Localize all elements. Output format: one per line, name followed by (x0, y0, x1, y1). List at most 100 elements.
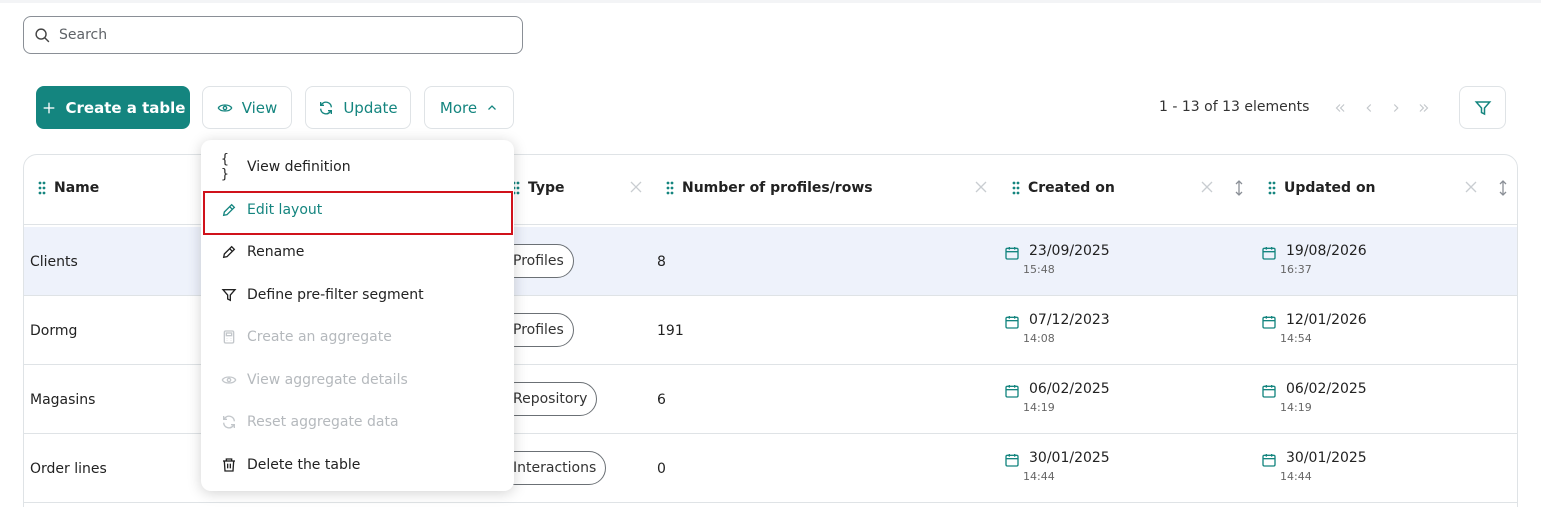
created-date: 06/02/2025 14:19 (1004, 381, 1110, 414)
column-header-name[interactable]: Name (38, 180, 99, 196)
column-header-count[interactable]: Number of profiles/rows (666, 180, 873, 196)
date-value: 06/02/2025 (1286, 381, 1367, 397)
top-divider (0, 0, 1541, 3)
drag-handle-icon[interactable] (1268, 181, 1276, 195)
menu-item-rename[interactable]: Rename (201, 231, 514, 273)
date-value: 06/02/2025 (1029, 381, 1110, 397)
row-count: 191 (657, 323, 684, 339)
filter-icon (1474, 100, 1491, 115)
double-chevron-left-icon (1335, 104, 1345, 112)
refresh-icon (320, 101, 333, 114)
date-value: 30/01/2025 (1286, 450, 1367, 466)
row-count: 6 (657, 392, 666, 408)
create-table-button[interactable]: Create a table (36, 86, 190, 129)
row-name: Dormg (30, 323, 78, 339)
view-label: View (241, 98, 278, 117)
trash-icon (223, 458, 235, 472)
first-page-button[interactable] (1331, 98, 1349, 118)
menu-item-label: Reset aggregate data (247, 414, 399, 430)
calendar-icon (1005, 385, 1019, 398)
date-value: 12/01/2026 (1286, 312, 1367, 328)
calendar-icon (1262, 247, 1276, 260)
more-label: More (439, 98, 478, 117)
created-date: 23/09/2025 15:48 (1004, 243, 1110, 276)
menu-item-view-definition[interactable]: { } View definition (201, 146, 514, 188)
next-page-button[interactable] (1387, 98, 1405, 118)
created-date: 07/12/2023 14:08 (1004, 312, 1110, 345)
date-value: 19/08/2026 (1286, 243, 1367, 259)
clear-column-icon[interactable] (1201, 181, 1213, 193)
last-page-button[interactable] (1415, 98, 1433, 118)
drag-handle-icon[interactable] (38, 181, 46, 195)
drag-handle-icon[interactable] (1012, 181, 1020, 195)
time-value: 16:37 (1280, 263, 1312, 276)
eye-icon (221, 376, 237, 384)
menu-item-view-aggregate-details: View aggregate details (201, 359, 514, 401)
search-box[interactable] (23, 16, 523, 54)
sort-icon[interactable] (1233, 180, 1245, 196)
menu-item-reset-aggregate: Reset aggregate data (201, 401, 514, 443)
row-count: 0 (657, 461, 666, 477)
row-name: Order lines (30, 461, 107, 477)
eye-icon (217, 103, 233, 112)
created-date: 30/01/2025 14:44 (1004, 450, 1110, 483)
calendar-icon (1262, 316, 1276, 329)
plus-icon (43, 102, 54, 113)
column-header-label: Created on (1028, 180, 1115, 196)
previous-page-button[interactable] (1360, 98, 1378, 118)
chevron-up-icon (488, 104, 497, 110)
menu-item-label: View definition (247, 159, 351, 175)
column-header-updated[interactable]: Updated on (1268, 180, 1376, 196)
time-value: 14:08 (1023, 332, 1055, 345)
update-button[interactable]: Update (305, 86, 411, 129)
calendar-icon (1005, 247, 1019, 260)
time-value: 14:44 (1280, 470, 1312, 483)
menu-item-label: Rename (247, 244, 305, 260)
date-value: 30/01/2025 (1029, 450, 1110, 466)
column-header-type[interactable]: Type (512, 180, 565, 196)
update-label: Update (343, 98, 398, 117)
menu-item-label: Edit layout (247, 202, 323, 218)
time-value: 14:19 (1023, 401, 1055, 414)
menu-item-edit-layout[interactable]: Edit layout (201, 189, 514, 231)
braces-icon: { } (221, 152, 229, 182)
create-table-label: Create a table (65, 98, 186, 117)
row-name: Magasins (30, 392, 96, 408)
chevron-left-icon (1366, 104, 1372, 112)
sort-icon[interactable] (1497, 180, 1509, 196)
chevron-right-icon (1393, 104, 1399, 112)
menu-item-define-prefilter[interactable]: Define pre-filter segment (201, 274, 514, 316)
menu-item-label: View aggregate details (247, 372, 408, 388)
time-value: 14:19 (1280, 401, 1312, 414)
column-header-label: Updated on (1284, 180, 1376, 196)
view-button[interactable]: View (202, 86, 292, 129)
column-header-label: Name (54, 180, 100, 196)
filter-icon (221, 289, 237, 302)
menu-item-create-aggregate: Create an aggregate (201, 316, 514, 358)
clear-column-icon[interactable] (630, 181, 642, 193)
menu-item-delete-table[interactable]: Delete the table (201, 444, 514, 486)
row-count: 8 (657, 254, 666, 270)
drag-handle-icon[interactable] (666, 181, 674, 195)
menu-item-label: Create an aggregate (247, 329, 392, 345)
pagination-summary: 1 - 13 of 13 elements (1159, 99, 1310, 115)
filter-button[interactable] (1459, 86, 1506, 129)
time-value: 14:54 (1280, 332, 1312, 345)
search-input[interactable] (59, 27, 499, 43)
time-value: 14:44 (1023, 470, 1055, 483)
date-value: 07/12/2023 (1029, 312, 1110, 328)
clear-column-icon[interactable] (975, 181, 987, 193)
pencil-icon (222, 203, 236, 217)
more-button[interactable]: More (424, 86, 514, 129)
pencil-icon (222, 245, 236, 259)
updated-date: 30/01/2025 14:44 (1261, 450, 1367, 483)
clear-column-icon[interactable] (1465, 181, 1477, 193)
double-chevron-right-icon (1419, 104, 1429, 112)
updated-date: 19/08/2026 16:37 (1261, 243, 1367, 276)
more-menu: { } View definition Edit layout Rename D… (201, 140, 514, 491)
calendar-icon (1005, 454, 1019, 467)
column-header-created[interactable]: Created on (1012, 180, 1115, 196)
column-header-label: Type (528, 180, 565, 196)
column-header-label: Number of profiles/rows (682, 180, 873, 196)
type-chip: Interactions (498, 451, 607, 485)
